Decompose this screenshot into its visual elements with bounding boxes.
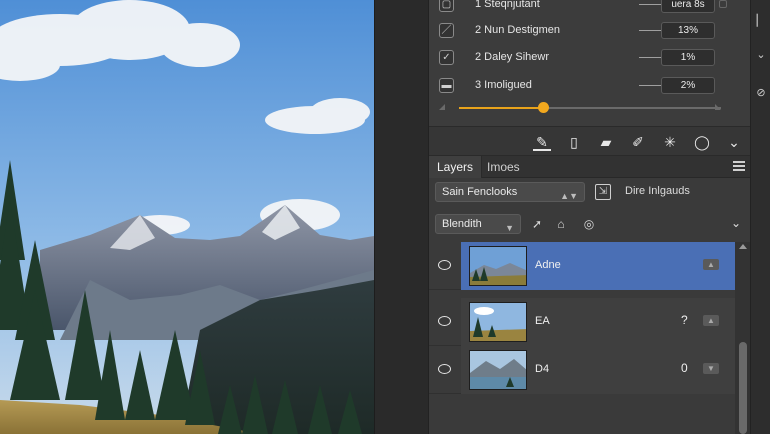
layer-name: EA (535, 315, 550, 327)
visibility-eye-icon[interactable] (438, 316, 451, 326)
landscape-photo (0, 0, 374, 434)
layer-glyph: 0 (681, 361, 688, 375)
filter-dropdown[interactable]: Sain Fenclooks ▲▼ (435, 182, 585, 202)
layer-glyph: ? (681, 313, 688, 327)
filter-dropdown-label: Sain Fenclooks (442, 186, 518, 198)
blend-row: Blendith ▼ ➚ ⌂ ◎ ⌄ (429, 210, 751, 238)
no-edit-icon[interactable]: ⊘ (755, 86, 767, 100)
chevron-down-icon[interactable]: ⌄ (755, 48, 767, 62)
layer-options-icon[interactable]: ▼ (703, 363, 719, 374)
adjustment-value-field[interactable]: 2% (661, 77, 715, 94)
adjustment-value-field[interactable]: uera 8s (661, 0, 715, 13)
panel-tabs: Layers Imoes (429, 156, 751, 178)
layer-toggle-icon[interactable]: ▬ (439, 78, 454, 93)
layer-body[interactable]: D4 0 ▼ (461, 346, 735, 394)
adjustment-row[interactable]: ▬ 3 Imoligued 2% (429, 75, 751, 97)
chevron-down-icon[interactable]: ⌄ (725, 133, 743, 151)
adjustment-value-field[interactable]: 13% (661, 22, 715, 39)
mask-brush-icon[interactable]: ✎ (533, 133, 551, 151)
filter-image-icon[interactable]: ⇲ (595, 184, 611, 200)
visibility-eye-icon[interactable] (438, 260, 451, 270)
sparkle-icon[interactable]: ✳ (661, 133, 679, 151)
layer-toggle-icon[interactable]: ／ (439, 23, 454, 38)
layer-options-icon[interactable]: ▲ (703, 315, 719, 326)
amount-slider[interactable] (459, 102, 721, 113)
layer-name: D4 (535, 363, 550, 375)
slider-max-icon (715, 104, 721, 110)
circle-icon[interactable]: ◯ (693, 133, 711, 151)
scroll-up-icon[interactable] (739, 244, 747, 249)
layer-body[interactable]: EA ? ▲ (461, 298, 735, 346)
blend-mode-label: Blendith (442, 218, 482, 230)
layer-name: Adne (535, 259, 561, 271)
filter-option-label[interactable]: Dire Inlgauds (625, 185, 690, 197)
adjustment-label: 2 Nun Destigmen (475, 24, 560, 36)
layer-row[interactable]: EA ? ▲ (429, 298, 735, 346)
visibility-eye-icon[interactable] (438, 364, 451, 374)
fill-icon[interactable]: ▰ (597, 133, 615, 151)
panel-edge-icon[interactable]: ▏ (755, 14, 767, 28)
checkbox-checked-icon[interactable]: ✓ (439, 50, 454, 65)
panel-toolbar: ✎ ▯ ▰ ✐ ✳ ◯ ⌄ (429, 126, 751, 156)
slider-thumb[interactable] (537, 102, 549, 113)
brush-icon[interactable]: ✐ (629, 133, 647, 151)
side-toolbar: ▏ ⌄ ⊘ (750, 0, 770, 434)
photo-editor-window: ▢ 1 Steqnjutant uera 8s ／ 2 Nun Destigme… (0, 0, 770, 434)
adjustment-row[interactable]: ✓ 2 Daley Sihewr 1% (429, 47, 751, 69)
filter-row: Sain Fenclooks ▲▼ ⇲ Dire Inlgauds (429, 178, 751, 206)
slider-fill (459, 107, 543, 109)
layer-toggle-icon[interactable]: ▢ (439, 0, 454, 12)
layer-row[interactable]: D4 0 ▼ (429, 346, 735, 394)
caret-icon: ▲▼ (560, 191, 578, 201)
layer-thumbnail-image (470, 247, 526, 285)
adjustment-label: 3 Imoligued (475, 79, 532, 91)
chevron-down-icon: ▼ (505, 223, 514, 233)
adjustment-row[interactable]: ▢ 1 Steqnjutant uera 8s (429, 0, 751, 16)
home-icon[interactable]: ⌂ (553, 216, 569, 232)
image-canvas[interactable] (0, 0, 374, 434)
adjustments-panel: ▢ 1 Steqnjutant uera 8s ／ 2 Nun Destigme… (429, 0, 751, 126)
layer-thumbnail-image (470, 351, 526, 389)
layer-options-icon[interactable]: ▲ (703, 259, 719, 270)
adjustment-label: 2 Daley Sihewr (475, 51, 549, 63)
slider-min-icon (439, 104, 445, 110)
canvas-gutter (374, 0, 428, 434)
bookmark-icon[interactable]: ▯ (565, 133, 583, 151)
tab-images[interactable]: Imoes (479, 156, 528, 178)
layer-body[interactable]: Adne ▲ (461, 242, 735, 290)
layer-thumbnail (469, 246, 527, 286)
right-panel: ▢ 1 Steqnjutant uera 8s ／ 2 Nun Destigme… (428, 0, 751, 434)
layer-thumbnail (469, 302, 527, 342)
layers-scrollbar[interactable] (735, 242, 751, 434)
layers-list: Adne ▲ EA ? ▲ D4 0 ▼ (429, 242, 735, 434)
expand-icon[interactable] (719, 0, 727, 8)
chevron-down-icon[interactable]: ⌄ (731, 216, 741, 230)
adjustment-label: 1 Steqnjutant (475, 0, 540, 10)
layer-thumbnail (469, 350, 527, 390)
tab-layers[interactable]: Layers (429, 156, 483, 178)
pointer-tool-icon[interactable]: ➚ (529, 216, 545, 232)
adjustment-row[interactable]: ／ 2 Nun Destigmen 13% (429, 20, 751, 42)
scrollbar-thumb[interactable] (739, 342, 747, 434)
blend-mode-dropdown[interactable]: Blendith ▼ (435, 214, 521, 234)
hamburger-menu-icon[interactable] (733, 161, 745, 171)
layer-thumbnail-image (470, 303, 526, 341)
adjustment-value-field[interactable]: 1% (661, 49, 715, 66)
layer-row[interactable]: Adne ▲ (429, 242, 735, 290)
target-icon[interactable]: ◎ (581, 216, 597, 232)
